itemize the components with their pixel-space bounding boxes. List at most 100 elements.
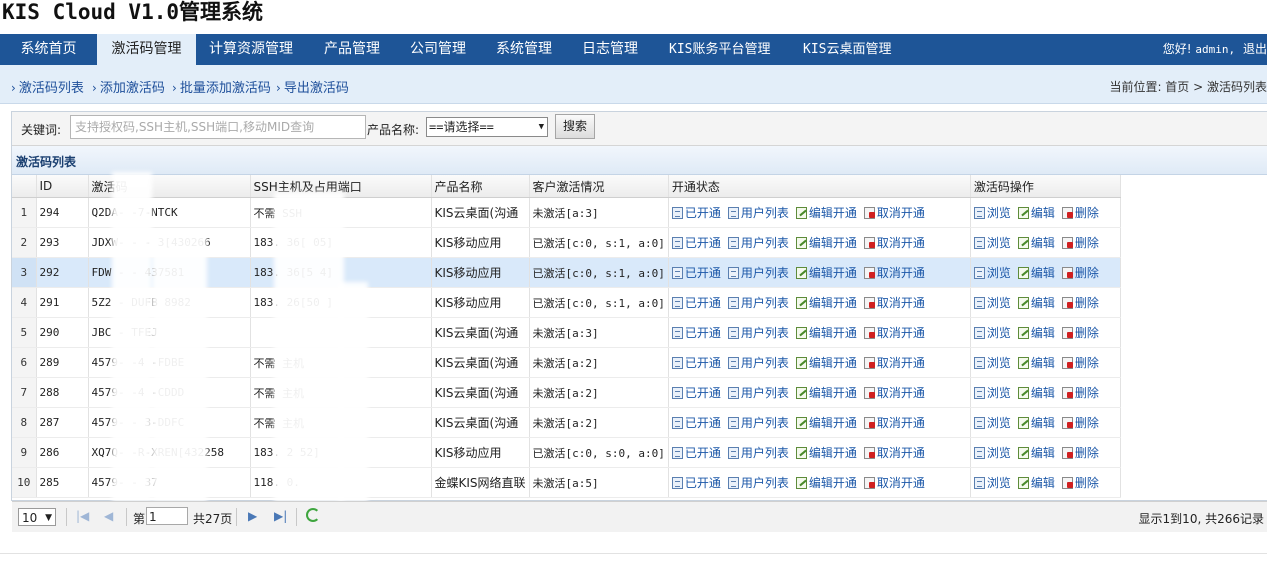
edit-open-link[interactable]: 编辑开通 <box>795 444 857 461</box>
header-code-actions[interactable]: 激活码操作 <box>970 175 1121 198</box>
user-list-link[interactable]: 用户列表 <box>727 294 789 311</box>
nav-item-activation-codes[interactable]: 激活码管理 <box>97 34 196 65</box>
edit-link[interactable]: 编辑 <box>1017 294 1055 311</box>
cancel-open-link[interactable]: 取消开通 <box>863 294 925 311</box>
cancel-open-link[interactable]: 取消开通 <box>863 264 925 281</box>
opened-link[interactable]: 已开通 <box>671 234 721 251</box>
subnav-export[interactable]: 导出激活码 <box>276 77 349 96</box>
last-page-icon[interactable]: ▶| <box>274 509 287 523</box>
edit-link[interactable]: 编辑 <box>1017 264 1055 281</box>
cancel-open-link[interactable]: 取消开通 <box>863 204 925 221</box>
delete-link[interactable]: 删除 <box>1061 204 1099 221</box>
browse-link[interactable]: 浏览 <box>973 234 1011 251</box>
delete-link[interactable]: 删除 <box>1061 264 1099 281</box>
opened-link[interactable]: 已开通 <box>671 414 721 431</box>
delete-link[interactable]: 删除 <box>1061 294 1099 311</box>
opened-link[interactable]: 已开通 <box>671 204 721 221</box>
edit-link[interactable]: 编辑 <box>1017 444 1055 461</box>
header-activation[interactable]: 客户激活情况 <box>529 175 669 198</box>
user-list-link[interactable]: 用户列表 <box>727 414 789 431</box>
prev-page-icon[interactable]: ◀ <box>104 509 113 523</box>
user-list-link[interactable]: 用户列表 <box>727 264 789 281</box>
delete-link[interactable]: 删除 <box>1061 414 1099 431</box>
cancel-open-link[interactable]: 取消开通 <box>863 414 925 431</box>
delete-link[interactable]: 删除 <box>1061 474 1099 491</box>
subnav-add-code[interactable]: 添加激活码 <box>92 77 165 96</box>
user-list-link[interactable]: 用户列表 <box>727 354 789 371</box>
subnav-code-list[interactable]: 激活码列表 <box>11 77 84 96</box>
nav-item-home[interactable]: 系统首页 <box>0 34 97 65</box>
edit-open-link[interactable]: 编辑开通 <box>795 264 857 281</box>
header-id[interactable]: ID <box>36 175 89 198</box>
browse-link[interactable]: 浏览 <box>973 474 1011 491</box>
product-select[interactable]: ==请选择== ▼ <box>426 117 548 137</box>
opened-link[interactable]: 已开通 <box>671 354 721 371</box>
nav-item-companies[interactable]: 公司管理 <box>410 34 466 65</box>
browse-link[interactable]: 浏览 <box>973 444 1011 461</box>
edit-open-link[interactable]: 编辑开通 <box>795 294 857 311</box>
edit-link[interactable]: 编辑 <box>1017 324 1055 341</box>
edit-open-link[interactable]: 编辑开通 <box>795 414 857 431</box>
opened-link[interactable]: 已开通 <box>671 384 721 401</box>
logout-link[interactable]: 退出 <box>1243 42 1267 56</box>
user-list-link[interactable]: 用户列表 <box>727 444 789 461</box>
cancel-open-link[interactable]: 取消开通 <box>863 354 925 371</box>
refresh-icon[interactable] <box>306 508 320 522</box>
opened-link[interactable]: 已开通 <box>671 324 721 341</box>
edit-link[interactable]: 编辑 <box>1017 234 1055 251</box>
browse-link[interactable]: 浏览 <box>973 324 1011 341</box>
user-list-link[interactable]: 用户列表 <box>727 384 789 401</box>
edit-link[interactable]: 编辑 <box>1017 204 1055 221</box>
opened-link[interactable]: 已开通 <box>671 294 721 311</box>
browse-link[interactable]: 浏览 <box>973 384 1011 401</box>
browse-link[interactable]: 浏览 <box>973 264 1011 281</box>
opened-link[interactable]: 已开通 <box>671 444 721 461</box>
search-button[interactable]: 搜索 <box>555 114 595 139</box>
nav-item-products[interactable]: 产品管理 <box>324 34 380 65</box>
edit-link[interactable]: 编辑 <box>1017 354 1055 371</box>
nav-item-logs[interactable]: 日志管理 <box>582 34 638 65</box>
edit-link[interactable]: 编辑 <box>1017 414 1055 431</box>
edit-open-link[interactable]: 编辑开通 <box>795 354 857 371</box>
next-page-icon[interactable]: ▶ <box>248 509 257 523</box>
edit-link[interactable]: 编辑 <box>1017 474 1055 491</box>
user-list-link[interactable]: 用户列表 <box>727 474 789 491</box>
delete-link[interactable]: 删除 <box>1061 234 1099 251</box>
nav-item-compute-resources[interactable]: 计算资源管理 <box>209 34 293 65</box>
user-list-link[interactable]: 用户列表 <box>727 324 789 341</box>
edit-open-link[interactable]: 编辑开通 <box>795 324 857 341</box>
edit-open-link[interactable]: 编辑开通 <box>795 234 857 251</box>
delete-link[interactable]: 删除 <box>1061 354 1099 371</box>
table-row[interactable]: 1294Q2DA- -7-NTCK不需 SSH KIS云桌面(沟通未激活[a:3… <box>12 197 1121 228</box>
browse-link[interactable]: 浏览 <box>973 414 1011 431</box>
cancel-open-link[interactable]: 取消开通 <box>863 324 925 341</box>
cancel-open-link[interactable]: 取消开通 <box>863 234 925 251</box>
nav-item-kis-desktop[interactable]: KIS云桌面管理 <box>803 34 891 65</box>
keyword-input[interactable] <box>70 115 366 139</box>
header-product[interactable]: 产品名称 <box>431 175 530 198</box>
browse-link[interactable]: 浏览 <box>973 354 1011 371</box>
page-number-input[interactable]: 1 <box>146 507 188 525</box>
first-page-icon[interactable]: |◀ <box>76 509 89 523</box>
user-list-link[interactable]: 用户列表 <box>727 234 789 251</box>
opened-link[interactable]: 已开通 <box>671 474 721 491</box>
edit-open-link[interactable]: 编辑开通 <box>795 474 857 491</box>
edit-open-link[interactable]: 编辑开通 <box>795 384 857 401</box>
user-list-link[interactable]: 用户列表 <box>727 204 789 221</box>
cancel-open-link[interactable]: 取消开通 <box>863 384 925 401</box>
browse-link[interactable]: 浏览 <box>973 294 1011 311</box>
delete-link[interactable]: 删除 <box>1061 324 1099 341</box>
header-open-status[interactable]: 开通状态 <box>668 175 971 198</box>
subnav-batch-add[interactable]: 批量添加激活码 <box>172 77 271 96</box>
opened-link[interactable]: 已开通 <box>671 264 721 281</box>
edit-open-link[interactable]: 编辑开通 <box>795 204 857 221</box>
page-size-select[interactable]: 10 ▼ <box>18 508 56 526</box>
browse-link[interactable]: 浏览 <box>973 204 1011 221</box>
delete-link[interactable]: 删除 <box>1061 444 1099 461</box>
cancel-open-link[interactable]: 取消开通 <box>863 444 925 461</box>
cancel-open-link[interactable]: 取消开通 <box>863 474 925 491</box>
nav-item-kis-accounting[interactable]: KIS账务平台管理 <box>669 34 770 65</box>
edit-link[interactable]: 编辑 <box>1017 384 1055 401</box>
delete-link[interactable]: 删除 <box>1061 384 1099 401</box>
nav-item-system[interactable]: 系统管理 <box>496 34 552 65</box>
